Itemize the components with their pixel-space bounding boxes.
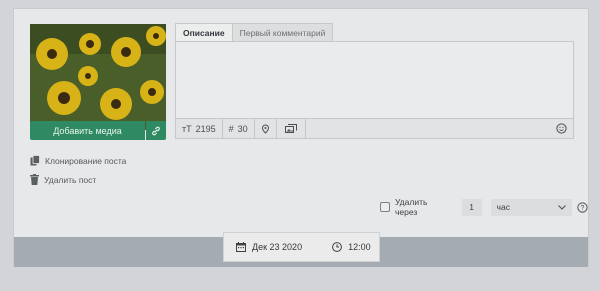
auto-delete-label: Удалить через xyxy=(394,197,428,217)
auto-delete-checkbox[interactable] xyxy=(380,202,390,212)
emoji-button[interactable] xyxy=(556,123,573,134)
help-icon[interactable]: ? xyxy=(577,201,588,213)
clock-icon xyxy=(332,242,342,252)
char-counter: ᴛT 2195 xyxy=(176,119,222,138)
auto-delete-amount-input[interactable]: 1 xyxy=(461,198,482,216)
emoji-icon xyxy=(556,123,567,134)
media-link-button[interactable] xyxy=(146,121,166,140)
delete-post-label: Удалить пост xyxy=(44,174,97,185)
tab-first-comment[interactable]: Первый комментарий xyxy=(231,23,334,41)
hashtag-counter[interactable]: # 30 xyxy=(223,119,254,138)
publish-time: 12:00 xyxy=(348,242,371,252)
location-icon xyxy=(261,123,269,134)
publish-datetime[interactable]: Дек 23 2020 12:00 xyxy=(223,232,380,262)
publish-time-field[interactable]: 12:00 xyxy=(332,242,371,252)
clone-post-label: Клонирование поста xyxy=(45,155,127,166)
gallery-icon xyxy=(284,123,297,133)
post-editor: Описание Первый комментарий ᴛT 2195 # 30 xyxy=(175,23,574,141)
publish-date: Дек 23 2020 xyxy=(252,242,303,252)
editor-toolbar: ᴛT 2195 # 30 xyxy=(175,118,574,139)
publish-date-field[interactable]: Дек 23 2020 xyxy=(236,242,302,252)
add-media-button[interactable]: Добавить медиа xyxy=(30,121,145,140)
trash-icon xyxy=(30,174,39,185)
auto-delete-unit-select[interactable]: час xyxy=(490,198,573,216)
tab-description[interactable]: Описание xyxy=(175,23,233,41)
gallery-button[interactable] xyxy=(277,119,305,138)
auto-delete-unit-value: час xyxy=(496,202,510,212)
location-button[interactable] xyxy=(255,119,276,138)
toolbar-divider xyxy=(304,119,306,138)
calendar-icon xyxy=(236,242,246,252)
auto-delete-settings: Удалить через 1 час ? xyxy=(380,197,588,217)
delete-post-action[interactable]: Удалить пост xyxy=(30,174,96,185)
clone-post-action[interactable]: Клонирование поста xyxy=(30,155,126,166)
description-textarea[interactable] xyxy=(175,41,574,118)
char-count: 2195 xyxy=(195,123,216,134)
link-icon xyxy=(152,126,160,135)
editor-tabs: Описание Первый комментарий xyxy=(175,23,574,41)
post-card: Добавить медиа Описание Первый комментар… xyxy=(13,8,589,267)
flower-photo xyxy=(30,24,166,130)
copy-icon xyxy=(30,155,40,166)
hashtag-count: 30 xyxy=(237,123,248,134)
chevron-down-icon xyxy=(558,204,566,210)
media-actions: Добавить медиа xyxy=(30,121,166,140)
svg-text:?: ? xyxy=(581,204,585,211)
text-size-icon: ᴛT xyxy=(182,123,192,134)
media-thumbnail[interactable] xyxy=(30,24,166,130)
hashtag-icon: # xyxy=(228,123,234,134)
